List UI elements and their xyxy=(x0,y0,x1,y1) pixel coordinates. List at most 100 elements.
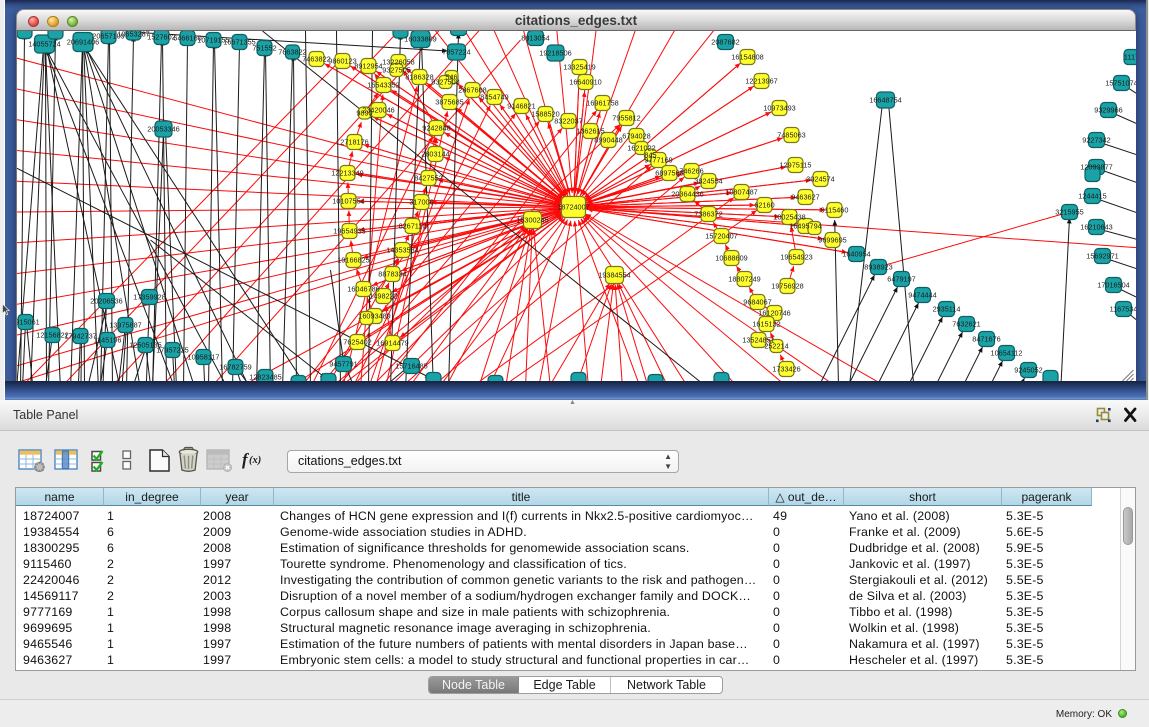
svg-text:1362615: 1362615 xyxy=(576,127,604,136)
svg-text:16961758: 16961758 xyxy=(586,99,618,108)
svg-text:751552: 751552 xyxy=(252,44,276,53)
svg-text:7857224: 7857224 xyxy=(442,48,470,57)
svg-text:19384554: 19384554 xyxy=(598,271,630,280)
svg-text:9890: 9890 xyxy=(356,109,372,118)
svg-text:8427552: 8427552 xyxy=(414,174,442,183)
svg-text:19218506: 19218506 xyxy=(539,49,571,58)
svg-text:9329966: 9329966 xyxy=(1094,106,1122,115)
svg-text:12213349: 12213349 xyxy=(331,169,363,178)
svg-text:17942737: 17942737 xyxy=(64,332,96,341)
svg-text:9227342: 9227342 xyxy=(1082,136,1110,145)
svg-text:3215955: 3215955 xyxy=(1055,208,1083,217)
svg-text:7463822: 7463822 xyxy=(302,55,330,64)
svg-text:17359928: 17359928 xyxy=(133,293,165,302)
svg-text:1640954: 1640954 xyxy=(842,250,870,259)
svg-text:19166825: 19166825 xyxy=(337,256,369,265)
svg-text:62160: 62160 xyxy=(754,201,774,210)
svg-text:9463627: 9463627 xyxy=(791,193,819,202)
svg-text:18724007: 18724007 xyxy=(557,203,589,212)
svg-text:17016504: 17016504 xyxy=(1097,281,1129,290)
svg-text:2935114: 2935114 xyxy=(933,305,961,314)
svg-text:1615132: 1615132 xyxy=(752,320,780,329)
svg-text:20053346: 20053346 xyxy=(147,125,179,134)
svg-text:13975887: 13975887 xyxy=(109,321,141,330)
svg-text:1167534: 1167534 xyxy=(1110,305,1136,314)
svg-text:15720407: 15720407 xyxy=(705,232,737,241)
svg-text:2718176: 2718176 xyxy=(340,138,368,147)
svg-text:9245052: 9245052 xyxy=(1014,366,1042,375)
svg-text:3824554: 3824554 xyxy=(694,177,722,186)
svg-text:16543352: 16543352 xyxy=(367,81,399,90)
svg-text:746266: 746266 xyxy=(679,167,703,176)
svg-text:3875685: 3875685 xyxy=(435,98,463,107)
svg-text:16495794: 16495794 xyxy=(789,222,821,231)
svg-text:10973493: 10973493 xyxy=(763,104,795,113)
svg-text:17957225: 17957225 xyxy=(156,346,188,355)
svg-text:3915061: 3915061 xyxy=(17,318,40,327)
svg-text:9242848: 9242848 xyxy=(422,124,450,133)
svg-text:16648754: 16648754 xyxy=(869,96,901,105)
svg-text:19654935: 19654935 xyxy=(333,227,365,236)
svg-text:9115460: 9115460 xyxy=(821,206,849,215)
svg-text:10025438: 10025438 xyxy=(773,213,805,222)
svg-text:8878334: 8878334 xyxy=(378,270,406,279)
svg-text:8813054: 8813054 xyxy=(521,34,549,43)
svg-text:9777169: 9777169 xyxy=(644,156,672,165)
svg-text:10653287: 10653287 xyxy=(117,31,149,39)
svg-text:16154808: 16154808 xyxy=(731,53,763,62)
svg-text:10654112: 10654112 xyxy=(991,349,1023,358)
svg-text:14055724: 14055724 xyxy=(28,40,60,49)
svg-text:12093877: 12093877 xyxy=(1080,163,1112,172)
svg-text:14353584: 14353584 xyxy=(386,246,418,255)
svg-text:10807487: 10807487 xyxy=(725,188,757,197)
svg-text:7955812: 7955812 xyxy=(612,114,640,123)
svg-text:10958117: 10958117 xyxy=(188,353,220,362)
svg-text:3024574: 3024574 xyxy=(806,175,834,184)
svg-text:8912954: 8912954 xyxy=(354,62,382,71)
svg-text:(x): (x) xyxy=(249,455,261,466)
svg-text:1244415: 1244415 xyxy=(1078,192,1106,201)
svg-text:6794028: 6794028 xyxy=(622,132,650,141)
svg-text:8267110: 8267110 xyxy=(399,222,427,231)
svg-text:1117: 1117 xyxy=(1124,53,1136,62)
svg-text:15751074: 15751074 xyxy=(1105,79,1136,88)
svg-text:8186328: 8186328 xyxy=(405,73,433,82)
svg-text:8322037: 8322037 xyxy=(554,117,582,126)
svg-text:15716485: 15716485 xyxy=(395,362,427,371)
svg-text:8471676: 8471676 xyxy=(972,335,1000,344)
svg-text:13325419: 13325419 xyxy=(563,63,595,72)
svg-text:252214: 252214 xyxy=(764,342,788,351)
svg-text:20364436: 20364436 xyxy=(671,190,703,199)
svg-text:317006: 317006 xyxy=(409,198,433,207)
svg-text:16210643: 16210643 xyxy=(1080,223,1112,232)
svg-text:15692971: 15692971 xyxy=(1086,252,1118,261)
svg-text:2803144: 2803144 xyxy=(421,150,449,159)
svg-text:9457791: 9457791 xyxy=(329,360,357,369)
svg-text:10688609: 10688609 xyxy=(715,254,747,263)
svg-text:7386372: 7386372 xyxy=(694,210,722,219)
svg-text:20206536: 20206536 xyxy=(90,297,122,306)
svg-text:10107554: 10107554 xyxy=(332,197,364,206)
svg-text:7625402: 7625402 xyxy=(343,338,371,347)
svg-text:16914479: 16914479 xyxy=(376,339,408,348)
svg-text:7632621: 7632621 xyxy=(952,320,980,329)
svg-text:16640910: 16640910 xyxy=(569,78,601,87)
svg-text:16671355: 16671355 xyxy=(223,38,255,47)
svg-text:12975115: 12975115 xyxy=(780,161,812,170)
svg-text:1527602: 1527602 xyxy=(147,33,175,42)
svg-text:9327508: 9327508 xyxy=(431,78,459,87)
svg-text:8938923: 8938923 xyxy=(864,263,892,272)
svg-text:18807249: 18807249 xyxy=(728,275,760,284)
svg-text:15300245: 15300245 xyxy=(516,216,548,225)
svg-text:7485063: 7485063 xyxy=(777,131,805,140)
svg-text:2087682: 2087682 xyxy=(711,38,739,47)
svg-text:9684067: 9684067 xyxy=(743,298,771,307)
svg-text:1145196: 1145196 xyxy=(94,336,122,345)
svg-text:16033809: 16033809 xyxy=(404,35,436,44)
svg-text:9474444: 9474444 xyxy=(908,291,936,300)
svg-text:16093489: 16093489 xyxy=(358,312,390,321)
svg-text:19654923: 19654923 xyxy=(780,253,812,262)
svg-text:8454749: 8454749 xyxy=(480,93,508,102)
svg-text:9860123: 9860123 xyxy=(328,57,356,66)
svg-text:16120746: 16120746 xyxy=(758,309,790,318)
